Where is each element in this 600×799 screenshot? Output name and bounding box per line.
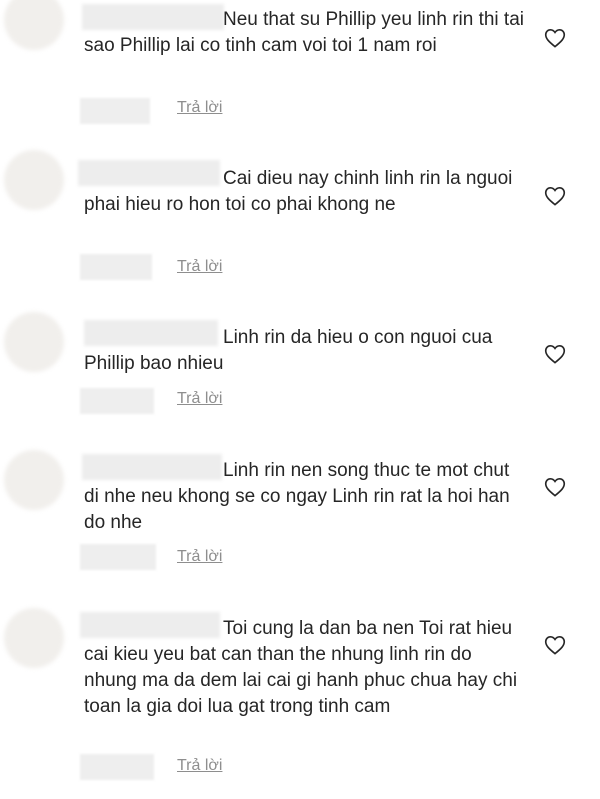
reply-button[interactable]: Trả lời	[177, 258, 222, 276]
comment-timestamp	[80, 754, 154, 780]
heart-outline-icon[interactable]	[544, 28, 566, 48]
comment-text: Linh rin da hieu o con nguoi cua Phillip…	[84, 327, 493, 374]
comment-timestamp	[80, 388, 154, 414]
avatar[interactable]	[4, 0, 64, 50]
avatar[interactable]	[4, 608, 64, 668]
reply-button[interactable]: Trả lời	[177, 99, 222, 117]
comment-text: Toi cung la dan ba nen Toi rat hieu cai …	[84, 618, 518, 717]
comment-text: Cai dieu nay chinh linh rin la nguoi pha…	[84, 168, 513, 215]
avatar[interactable]	[4, 312, 64, 372]
heart-outline-icon[interactable]	[544, 477, 566, 497]
comment-text: Linh rin nen song thuc te mot chut di nh…	[84, 460, 510, 533]
reply-button[interactable]: Trả lời	[177, 548, 222, 566]
reply-button[interactable]: Trả lời	[177, 757, 222, 775]
comment-timestamp	[80, 544, 156, 570]
avatar[interactable]	[4, 450, 64, 510]
heart-outline-icon[interactable]	[544, 344, 566, 364]
heart-outline-icon[interactable]	[544, 186, 566, 206]
comment-timestamp	[80, 254, 152, 280]
heart-outline-icon[interactable]	[544, 635, 566, 655]
reply-button[interactable]: Trả lời	[177, 390, 222, 408]
avatar[interactable]	[4, 150, 64, 210]
comment-text: Neu that su Phillip yeu linh rin thi tai…	[84, 9, 524, 56]
comment-timestamp	[80, 98, 150, 124]
